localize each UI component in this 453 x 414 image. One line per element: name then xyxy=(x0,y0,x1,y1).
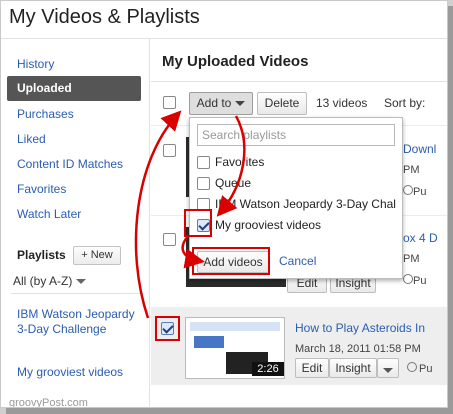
window-shadow xyxy=(448,6,453,410)
main-title-divider xyxy=(151,81,447,82)
select-all-checkbox[interactable] xyxy=(163,96,176,109)
playlist-checkbox[interactable] xyxy=(197,156,210,170)
add-to-button[interactable]: Add to xyxy=(189,92,253,115)
insight-button[interactable]: Insight xyxy=(329,358,377,378)
chevron-down-icon xyxy=(383,367,393,373)
video-date: March 18, 2011 01:58 PM xyxy=(295,343,421,355)
add-to-label: Add to xyxy=(196,96,232,110)
window-shadow xyxy=(6,408,453,414)
globe-icon xyxy=(407,362,417,372)
globe-icon xyxy=(403,185,413,195)
app-window: My Videos & Playlists History Uploaded P… xyxy=(0,0,448,408)
sidebar-item-liked[interactable]: Liked xyxy=(17,132,46,146)
thumbnail-logo xyxy=(194,336,224,348)
video-duration: 2:26 xyxy=(252,362,284,376)
privacy-status: Pu xyxy=(413,275,427,287)
main-title: My Uploaded Videos xyxy=(162,53,309,70)
playlist-option-label: Queue xyxy=(215,176,252,190)
chevron-down-icon xyxy=(235,101,246,107)
new-playlist-button[interactable]: + New xyxy=(73,246,121,265)
highlight-box xyxy=(184,209,212,237)
highlight-box xyxy=(192,247,270,275)
delete-button[interactable]: Delete xyxy=(257,92,307,115)
globe-icon xyxy=(403,274,413,284)
sort-by-dropdown[interactable]: Sort by: xyxy=(384,96,425,110)
sidebar-item-history[interactable]: History xyxy=(17,57,54,71)
thumbnail-browser-bar xyxy=(190,322,280,331)
playlist-option-favorites[interactable]: Favorites xyxy=(197,155,265,170)
cancel-link[interactable]: Cancel xyxy=(279,254,316,268)
video-title-link[interactable]: ox 4 D xyxy=(403,231,438,245)
privacy-status: Pu xyxy=(419,363,433,375)
playlist-checkbox[interactable] xyxy=(197,177,210,191)
sidebar-item-favorites[interactable]: Favorites xyxy=(17,182,66,196)
playlist-option-grooviest[interactable]: My grooviest videos xyxy=(197,218,322,233)
video-title-link[interactable]: How to Play Asteroids In xyxy=(295,321,425,335)
page-title: My Videos & Playlists xyxy=(9,6,200,28)
sidebar-item-uploaded[interactable]: Uploaded xyxy=(7,76,141,101)
playlist-option-label: Favorites xyxy=(215,155,265,169)
privacy-status: Pu xyxy=(413,186,427,198)
more-options-button[interactable] xyxy=(377,358,399,378)
row-checkbox[interactable] xyxy=(163,144,176,157)
sidebar-divider xyxy=(11,293,143,294)
playlist-option-ibm-watson[interactable]: IBM Watson Jeopardy 3-Day Chal xyxy=(197,197,396,212)
playlist-sort-value: All (by A-Z) xyxy=(13,274,73,288)
sidebar-separator xyxy=(149,39,150,407)
highlight-box xyxy=(155,316,180,341)
playlist-sort-select[interactable]: All (by A-Z) xyxy=(13,274,87,288)
playlists-heading: Playlists xyxy=(17,248,66,262)
playlist-search-input[interactable] xyxy=(197,124,395,146)
sidebar-item-watch-later[interactable]: Watch Later xyxy=(17,207,81,221)
sidebar-item-content-id-matches[interactable]: Content ID Matches xyxy=(17,157,123,171)
edit-button[interactable]: Edit xyxy=(295,358,329,378)
row-checkbox[interactable] xyxy=(163,233,176,246)
sidebar-playlist-grooviest[interactable]: My grooviest videos xyxy=(17,365,123,379)
sidebar-playlist-ibm-watson[interactable]: IBM Watson Jeopardy 3-Day Challenge xyxy=(17,307,137,337)
video-thumbnail[interactable]: 2:26 xyxy=(185,317,285,379)
sidebar-item-purchases[interactable]: Purchases xyxy=(17,107,74,121)
playlist-option-label: IBM Watson Jeopardy 3-Day Chal xyxy=(215,197,396,211)
video-date: PM xyxy=(403,253,420,265)
video-title-link[interactable]: Downl xyxy=(403,142,436,156)
watermark: groovyPost.com xyxy=(9,397,88,408)
chevron-down-icon xyxy=(76,279,87,285)
video-count: 13 videos xyxy=(316,96,368,110)
playlist-option-label: My grooviest videos xyxy=(215,218,322,232)
title-divider xyxy=(1,38,447,39)
video-date: PM xyxy=(403,164,420,176)
playlist-option-queue[interactable]: Queue xyxy=(197,176,252,191)
